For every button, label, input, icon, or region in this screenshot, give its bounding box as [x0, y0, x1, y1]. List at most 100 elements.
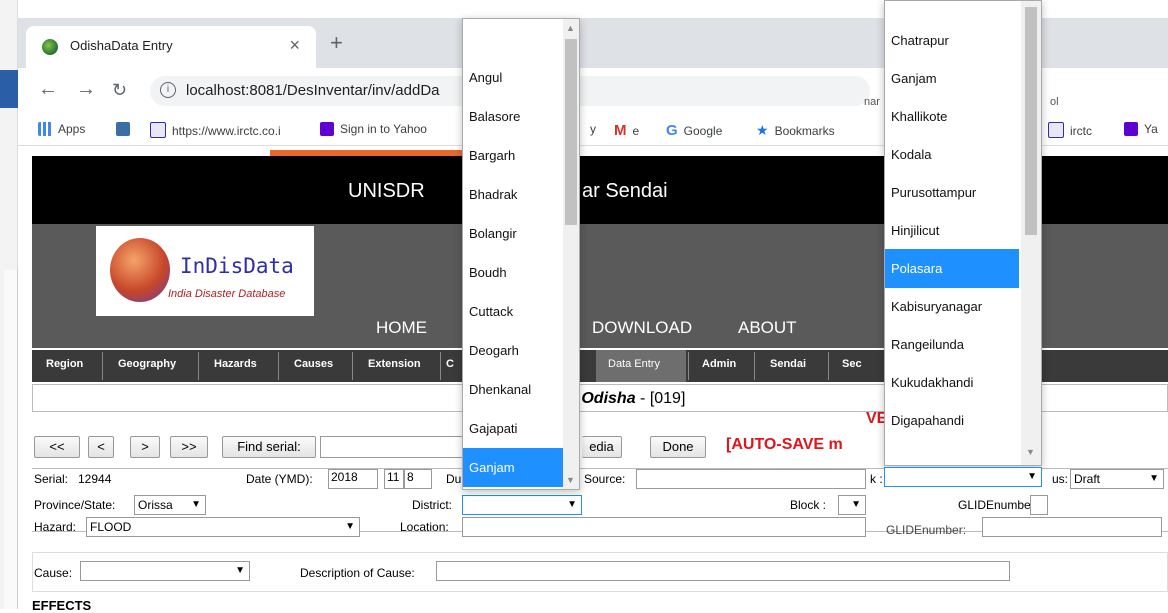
glide-input-2[interactable]: [982, 517, 1162, 537]
bookmark-y[interactable]: y: [590, 122, 596, 136]
bookmark-irctc[interactable]: https://www.irctc.co.i: [150, 122, 281, 138]
glide-input[interactable]: [1030, 495, 1048, 515]
media-button[interactable]: edia: [582, 436, 622, 458]
prev-record-button[interactable]: <: [88, 436, 114, 458]
block-option[interactable]: Khallikote: [885, 97, 1019, 136]
block-scroll-thumb[interactable]: [1025, 7, 1037, 235]
block-select-partial[interactable]: ▼: [838, 495, 866, 515]
bookmark-gmail[interactable]: Me: [614, 122, 639, 139]
bookmark-irctc-2[interactable]: irctc: [1048, 122, 1092, 138]
block-option[interactable]: Chatrapur: [885, 21, 1019, 60]
chevron-down-icon: ▼: [1027, 471, 1037, 482]
district-option[interactable]: Bargarh: [463, 136, 563, 175]
district-dropdown-list[interactable]: ▲ ▼ Angul Balasore Bargarh Bhadrak Bolan…: [462, 18, 580, 490]
block-dropdown-list[interactable]: ▼ Chatrapur Ganjam Khallikote Kodala Pur…: [884, 0, 1042, 466]
district-option[interactable]: Bhadrak: [463, 175, 563, 214]
find-serial-input[interactable]: [320, 436, 466, 458]
glide-label: GLIDEnumber:: [958, 498, 1039, 512]
district-option[interactable]: Cuttack: [463, 292, 563, 331]
block-scrollbar[interactable]: ▼: [1021, 1, 1041, 465]
block-option[interactable]: Kabisuryanagar: [885, 287, 1019, 326]
district-option[interactable]: Gajapati: [463, 409, 563, 448]
district-option[interactable]: Bolangir: [463, 214, 563, 253]
block-option[interactable]: Purusottampur: [885, 173, 1019, 212]
status-select[interactable]: Draft ▼: [1070, 469, 1164, 489]
reload-icon[interactable]: ↻: [112, 80, 127, 101]
chevron-up-icon[interactable]: ▲: [566, 23, 575, 33]
district-option[interactable]: Angul: [463, 58, 563, 97]
chevron-down-icon[interactable]: ▼: [1026, 447, 1035, 457]
bookmark-yahoo[interactable]: Sign in to Yahoo: [320, 122, 427, 136]
nav-extension[interactable]: Extension: [368, 358, 421, 370]
date-month-input[interactable]: 11: [384, 469, 404, 489]
done-button[interactable]: Done: [650, 436, 706, 458]
district-option[interactable]: Boudh: [463, 253, 563, 292]
block-option[interactable]: Digapahandi: [885, 401, 1019, 440]
nav-region[interactable]: Region: [46, 358, 83, 370]
bookmark-icon-item[interactable]: [116, 122, 136, 136]
nav-data-entry[interactable]: Data Entry: [608, 358, 660, 370]
chevron-down-icon[interactable]: ▼: [566, 475, 575, 485]
indisdata-logo[interactable]: InDisData India Disaster Database: [96, 226, 314, 316]
menu-download[interactable]: DOWNLOAD: [592, 318, 692, 338]
chevron-down-icon: ▼: [1149, 473, 1159, 484]
district-scroll-thumb[interactable]: [565, 39, 577, 225]
bookmark-google[interactable]: G Google: [666, 122, 722, 139]
block-select[interactable]: ▼: [884, 467, 1042, 487]
district-scrollbar[interactable]: ▲ ▼: [563, 19, 579, 489]
find-serial-button[interactable]: Find serial:: [222, 436, 316, 458]
arrow-right-icon[interactable]: →: [76, 78, 96, 101]
url-tail-left: nar: [864, 96, 880, 108]
date-year-input[interactable]: 2018: [328, 469, 378, 489]
block-option-selected[interactable]: Polasara: [885, 249, 1019, 288]
nav-divider: [828, 352, 829, 380]
cause-description-input[interactable]: [436, 561, 1010, 581]
block-option[interactable]: Ganjam: [885, 59, 1019, 98]
logo-name: InDisData: [180, 254, 294, 278]
arrow-left-icon[interactable]: ←: [38, 78, 58, 101]
source-input[interactable]: [636, 469, 866, 489]
hazard-select[interactable]: FLOOD ▼: [86, 517, 360, 537]
bookmark-bookmarks[interactable]: ★ Bookmarks: [756, 122, 835, 139]
next-record-button[interactable]: >: [130, 436, 160, 458]
nav-hazards[interactable]: Hazards: [214, 358, 257, 370]
irctc-icon: [150, 122, 166, 138]
gmail-icon: M: [614, 122, 627, 139]
block-option[interactable]: Kodala: [885, 135, 1019, 174]
first-record-button[interactable]: <<: [34, 436, 80, 458]
district-option[interactable]: Deogarh: [463, 331, 563, 370]
nav-admin[interactable]: Admin: [702, 358, 736, 370]
cause-select[interactable]: ▼: [80, 561, 250, 581]
block-option[interactable]: Hinjilicut: [885, 211, 1019, 250]
chevron-down-icon: ▼: [567, 499, 577, 510]
browser-tab[interactable]: OdishaData Entry ×: [26, 26, 316, 68]
last-record-button[interactable]: >>: [170, 436, 208, 458]
district-option[interactable]: Balasore: [463, 97, 563, 136]
nav-causes[interactable]: Causes: [294, 358, 333, 370]
nav-divider: [198, 352, 199, 380]
url-text: localhost:8081/DesInventar/inv/addDa: [186, 82, 440, 99]
district-option-selected[interactable]: Ganjam: [463, 448, 563, 487]
bookmark-apps[interactable]: Apps: [38, 122, 85, 136]
tab-close-icon[interactable]: ×: [289, 35, 300, 56]
block-option[interactable]: Rangeilunda: [885, 325, 1019, 364]
nav-geography[interactable]: Geography: [118, 358, 176, 370]
nav-sendai[interactable]: Sendai: [770, 358, 806, 370]
menu-about[interactable]: ABOUT: [738, 318, 797, 338]
district-option[interactable]: Dhenkanal: [463, 370, 563, 409]
location-input[interactable]: [462, 517, 866, 537]
nav-divider: [278, 352, 279, 380]
date-day-input[interactable]: 8: [404, 469, 432, 489]
cause-description-label: Description of Cause:: [300, 566, 415, 580]
chevron-down-icon: ▼: [851, 499, 861, 510]
district-select[interactable]: ▼: [462, 495, 582, 515]
nav-sec[interactable]: Sec: [842, 358, 862, 370]
new-tab-button[interactable]: +: [330, 30, 343, 56]
bookmark-yahoo-2[interactable]: Ya: [1124, 122, 1158, 136]
status-label: us:: [1052, 472, 1069, 486]
serial-value[interactable]: 12944: [78, 472, 111, 486]
block-option[interactable]: Kukudakhandi: [885, 363, 1019, 402]
province-select[interactable]: Orissa ▼: [134, 495, 206, 515]
menu-home[interactable]: HOME: [376, 318, 427, 338]
nav-partial[interactable]: C: [446, 358, 454, 370]
